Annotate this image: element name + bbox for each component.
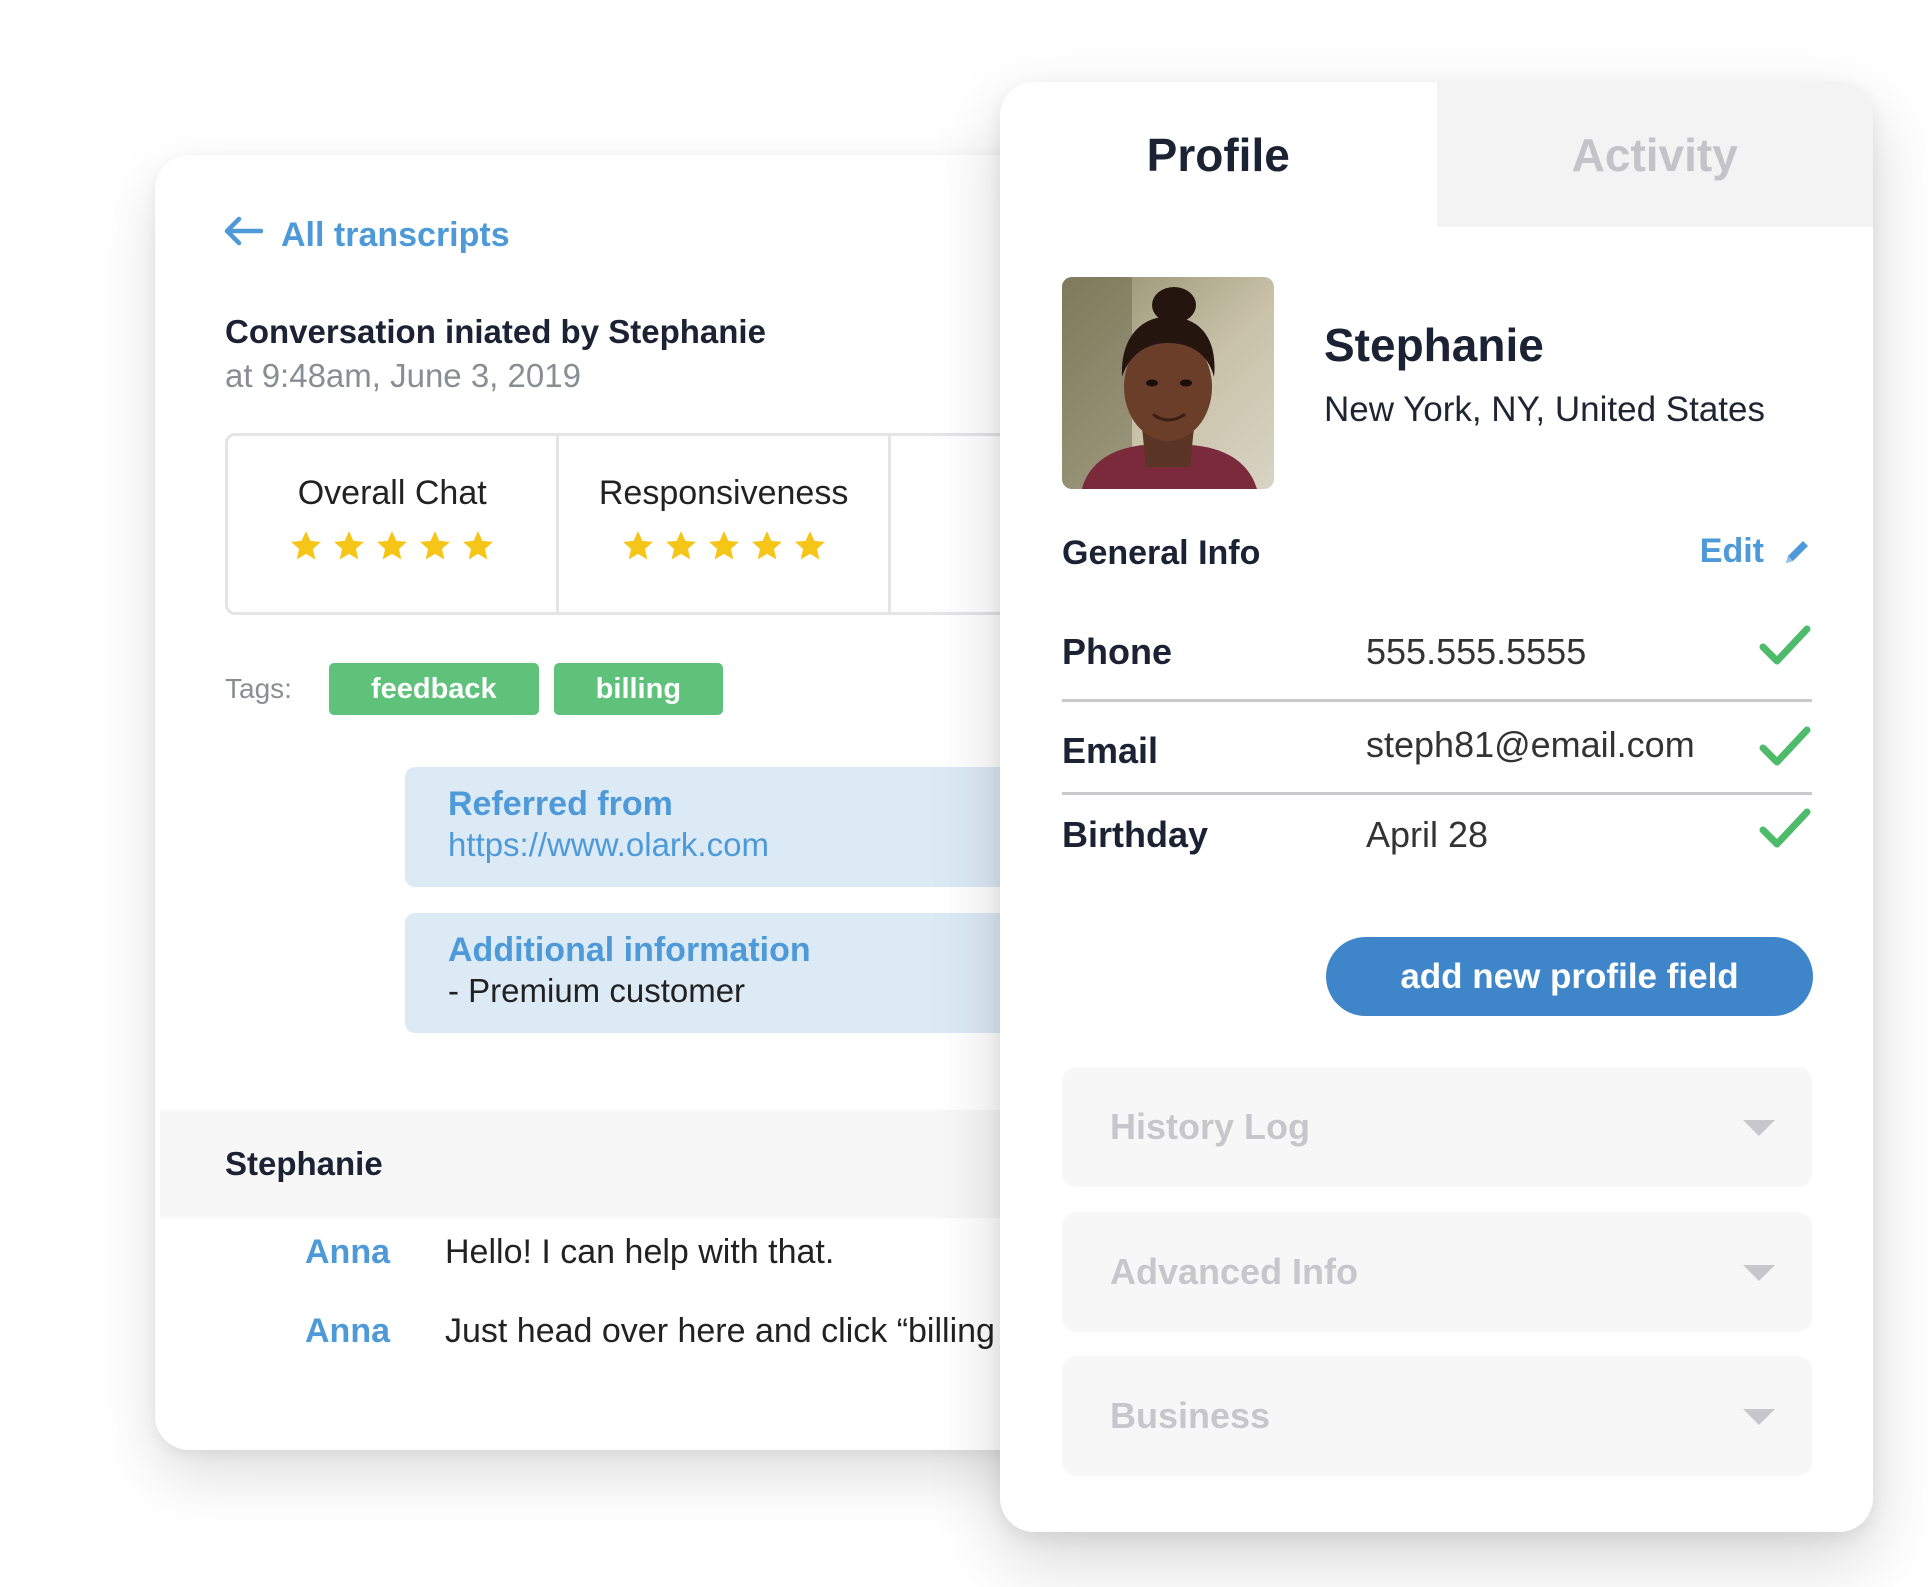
arrow-left-icon — [223, 216, 264, 255]
accordion-label: Business — [1110, 1395, 1271, 1436]
tab-activity[interactable]: Activity — [1436, 82, 1873, 227]
field-value[interactable]: steph81@email.com — [1366, 724, 1695, 766]
field-phone: Phone 555.555.5555 — [1062, 609, 1812, 702]
add-profile-field-button[interactable]: add new profile field — [1326, 937, 1813, 1016]
field-birthday: Birthday April 28 — [1062, 794, 1812, 884]
star-icon — [794, 531, 825, 560]
field-label: Phone — [1062, 631, 1173, 672]
rating-label: Overall Chat — [297, 474, 487, 512]
field-label: Email — [1062, 730, 1159, 771]
star-icon — [665, 531, 696, 560]
all-transcripts-label: All transcripts — [281, 215, 510, 254]
accordion-label: Advanced Info — [1110, 1251, 1359, 1292]
accordion-advanced-info[interactable]: Advanced Info — [1062, 1212, 1812, 1332]
edit-button[interactable]: Edit — [1700, 532, 1812, 571]
field-email: Email steph81@email.com — [1062, 702, 1812, 795]
edit-label: Edit — [1699, 532, 1764, 570]
chevron-down-icon — [1743, 1120, 1775, 1136]
field-label: Birthday — [1062, 814, 1209, 855]
star-icon — [334, 531, 365, 560]
tag-billing[interactable]: billing — [553, 663, 724, 715]
chevron-down-icon — [1743, 1265, 1775, 1281]
star-icon — [420, 531, 451, 560]
message-author: Anna — [305, 1312, 390, 1350]
tags-label: Tags: — [225, 673, 292, 704]
general-info-header: General Info Edit — [1062, 532, 1812, 584]
all-transcripts-link[interactable]: All transcripts — [223, 207, 510, 263]
profile-name: Stephanie — [1324, 319, 1544, 371]
star-icon — [377, 531, 408, 560]
message-text: Hello! I can help with that. — [445, 1233, 835, 1271]
avatar — [1062, 277, 1274, 489]
tags-row: Tags: feedback billing — [225, 663, 724, 715]
check-icon — [1759, 726, 1811, 766]
accordion-label: History Log — [1110, 1106, 1311, 1147]
general-info-title: General Info — [1062, 534, 1261, 572]
star-icon — [463, 531, 494, 560]
chevron-down-icon — [1743, 1409, 1775, 1425]
star-icon — [291, 531, 322, 560]
star-icon — [751, 531, 782, 560]
tag-feedback[interactable]: feedback — [328, 663, 539, 715]
message-text: Just head over here and click “billing — [445, 1312, 995, 1350]
star-rating — [559, 529, 887, 563]
tab-profile[interactable]: Profile — [1000, 82, 1437, 227]
check-icon — [1759, 808, 1811, 848]
star-icon — [622, 531, 653, 560]
rating-overall-chat: Overall Chat — [228, 436, 560, 612]
pencil-icon — [1786, 540, 1808, 563]
rating-label: Responsiveness — [598, 474, 849, 512]
conversation-title: Conversation iniated by Stephanie — [225, 313, 766, 350]
accordion-history-log[interactable]: History Log — [1062, 1067, 1812, 1187]
rating-responsiveness: Responsiveness — [559, 436, 891, 612]
field-value[interactable]: 555.555.5555 — [1366, 631, 1586, 673]
star-rating — [228, 529, 556, 563]
conversation-timestamp: at 9:48am, June 3, 2019 — [225, 357, 581, 394]
message-author: Anna — [305, 1233, 390, 1271]
profile-tabs: Profile Activity — [1000, 82, 1873, 227]
star-icon — [708, 531, 739, 560]
profile-location: New York, NY, United States — [1324, 390, 1765, 429]
profile-panel: Profile Activity Stephanie New York, NY,… — [1000, 82, 1873, 1532]
check-icon — [1759, 625, 1811, 665]
field-value[interactable]: April 28 — [1366, 814, 1488, 856]
accordion-business[interactable]: Business — [1062, 1356, 1812, 1476]
